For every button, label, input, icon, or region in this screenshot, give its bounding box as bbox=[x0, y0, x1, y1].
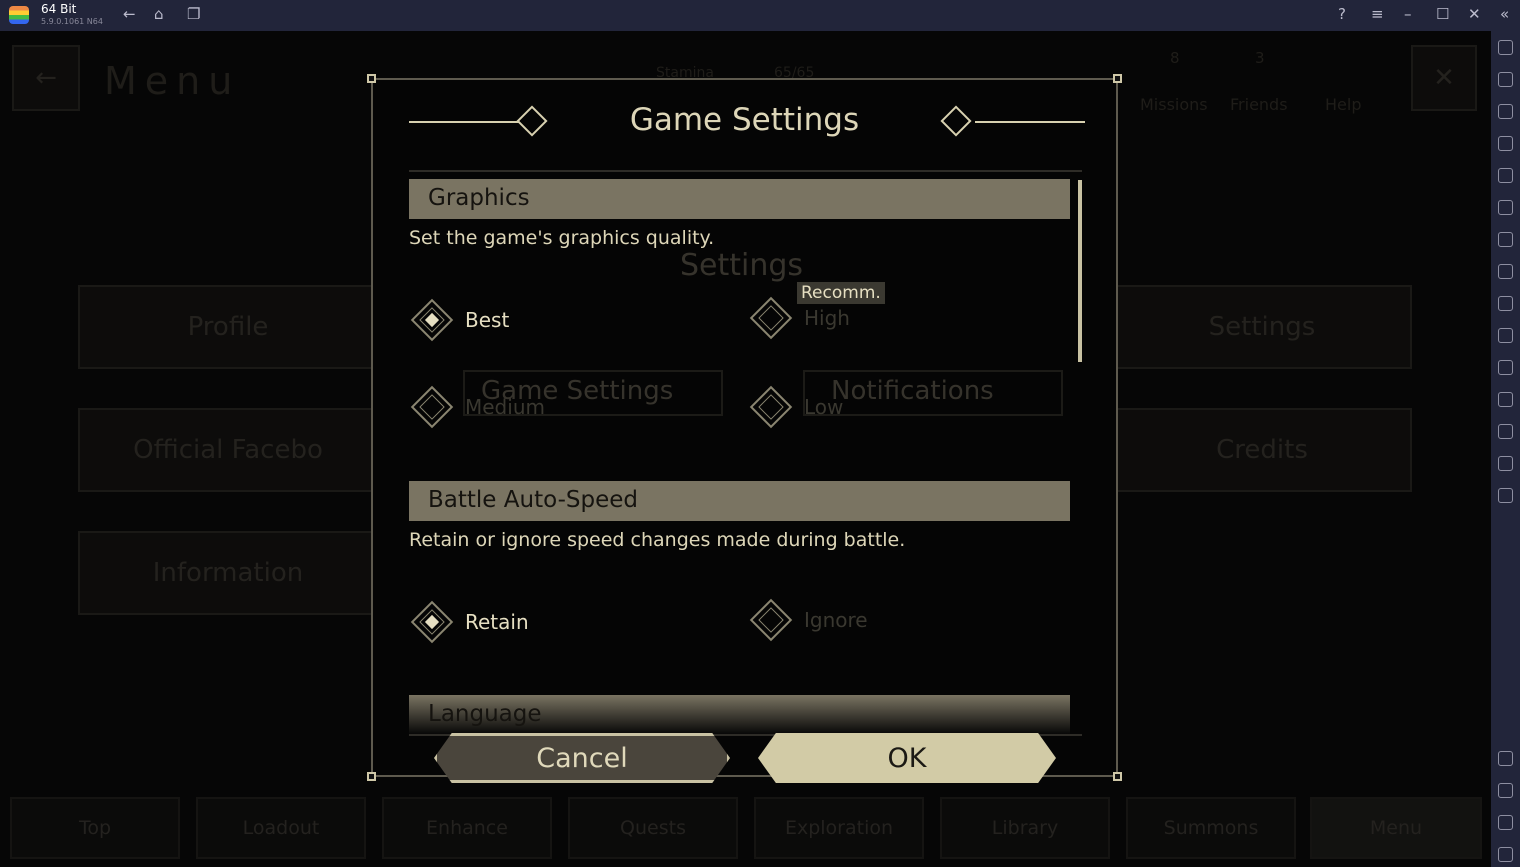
option-label: Ignore bbox=[804, 608, 868, 632]
minimize-icon[interactable]: – bbox=[1404, 5, 1412, 23]
android-home-icon[interactable] bbox=[1498, 815, 1513, 830]
radio-icon bbox=[749, 385, 793, 429]
corner-ornament bbox=[367, 772, 376, 781]
multi-instance-icon[interactable] bbox=[1498, 360, 1513, 375]
pointer-icon[interactable] bbox=[1498, 104, 1513, 119]
nav-menu: Menu bbox=[1310, 797, 1482, 859]
missions-label: Missions bbox=[1140, 95, 1208, 114]
option-ignore[interactable]: Ignore bbox=[748, 598, 868, 642]
gamepad-icon[interactable] bbox=[1498, 232, 1513, 247]
recommended-badge: Recomm. bbox=[797, 282, 885, 304]
corner-ornament bbox=[367, 74, 376, 83]
option-label: Retain bbox=[465, 610, 529, 634]
menu-icon[interactable]: ≡ bbox=[1371, 5, 1384, 23]
ok-button[interactable]: OK bbox=[758, 733, 1056, 783]
nav-loadout: Loadout bbox=[196, 797, 366, 859]
friends-label: Friends bbox=[1230, 95, 1288, 114]
nav-enhance: Enhance bbox=[382, 797, 552, 859]
close-menu-button: ✕ bbox=[1411, 45, 1477, 111]
menu-back-button: ← bbox=[12, 45, 80, 111]
option-retain[interactable]: Retain bbox=[409, 600, 529, 644]
maximize-icon[interactable]: ☐ bbox=[1436, 5, 1449, 23]
bluestacks-logo-icon bbox=[9, 6, 29, 24]
option-label: Medium bbox=[465, 395, 545, 419]
screenshot-icon[interactable] bbox=[1498, 296, 1513, 311]
facebook-button: Official Facebo bbox=[78, 408, 378, 492]
back-icon[interactable]: ← bbox=[123, 5, 136, 23]
eraser-icon[interactable] bbox=[1498, 392, 1513, 407]
apk-icon[interactable] bbox=[1498, 264, 1513, 279]
dialog-title: Game Settings bbox=[629, 102, 860, 138]
profile-button: Profile bbox=[78, 285, 378, 369]
android-back-icon[interactable] bbox=[1498, 783, 1513, 798]
folder-icon[interactable] bbox=[1498, 328, 1513, 343]
cancel-button[interactable]: Cancel bbox=[434, 733, 730, 783]
scrollbar-thumb[interactable] bbox=[1078, 180, 1082, 362]
option-label: Low bbox=[804, 395, 844, 419]
option-best[interactable]: Best bbox=[409, 298, 510, 342]
keyboard-icon[interactable] bbox=[1498, 136, 1513, 151]
credits-button: Credits bbox=[1112, 408, 1412, 492]
radio-icon bbox=[410, 385, 454, 429]
section-header-graphics: Graphics bbox=[409, 179, 1070, 219]
radio-selected-icon bbox=[410, 298, 454, 342]
home-icon[interactable]: ⌂ bbox=[154, 5, 164, 23]
settings-icon[interactable] bbox=[1498, 751, 1513, 766]
help-icon[interactable]: ? bbox=[1338, 5, 1346, 23]
settings-button: Settings bbox=[1112, 285, 1412, 369]
volume-icon[interactable] bbox=[1498, 72, 1513, 87]
missions-count: 8 bbox=[1170, 49, 1180, 67]
option-medium[interactable]: Medium bbox=[409, 385, 545, 429]
option-low[interactable]: Low bbox=[748, 385, 844, 429]
location-icon[interactable] bbox=[1498, 424, 1513, 439]
title-bar: 64 Bit 5.9.0.1061 N64 ← ⌂ ❐ ? ≡ – ☐ ✕ « bbox=[0, 0, 1520, 31]
section-header-battle-auto-speed: Battle Auto-Speed bbox=[409, 481, 1070, 521]
option-label: Best bbox=[465, 308, 510, 332]
menu-title: Menu bbox=[104, 59, 241, 103]
help-label: Help bbox=[1325, 95, 1362, 114]
information-button: Information bbox=[78, 531, 378, 615]
corner-ornament bbox=[1113, 74, 1122, 83]
settings-scroll-area[interactable]: Graphics Set the game's graphics quality… bbox=[409, 170, 1082, 736]
app-name: 64 Bit bbox=[41, 2, 77, 16]
title-divider bbox=[975, 121, 1085, 123]
nav-top: Top bbox=[10, 797, 180, 859]
android-recents-icon[interactable] bbox=[1498, 847, 1513, 862]
battle-speed-description: Retain or ignore speed changes made duri… bbox=[409, 529, 906, 551]
section-header-language: Language bbox=[409, 695, 1070, 734]
right-toolbar bbox=[1491, 31, 1520, 867]
option-label: High bbox=[804, 306, 850, 330]
game-settings-dialog: Settings Game Settings Notifications Gam… bbox=[367, 74, 1122, 781]
game-area: ← Menu Stamina 65/65 8 Missions 3 Friend… bbox=[0, 31, 1491, 867]
collapse-sidebar-icon[interactable]: « bbox=[1500, 5, 1509, 23]
close-icon[interactable]: ✕ bbox=[1468, 5, 1481, 23]
nav-library: Library bbox=[940, 797, 1110, 859]
nav-quests: Quests bbox=[568, 797, 738, 859]
recent-apps-icon[interactable]: ❐ bbox=[187, 5, 200, 23]
rotate-icon[interactable] bbox=[1498, 200, 1513, 215]
nav-exploration: Exploration bbox=[754, 797, 924, 859]
fullscreen-icon[interactable] bbox=[1498, 40, 1513, 55]
radio-icon bbox=[749, 296, 793, 340]
app-version: 5.9.0.1061 N64 bbox=[41, 17, 103, 26]
nav-summons: Summons bbox=[1126, 797, 1296, 859]
layers-icon[interactable] bbox=[1498, 456, 1513, 471]
radio-selected-icon bbox=[410, 600, 454, 644]
performance-icon[interactable] bbox=[1498, 488, 1513, 503]
friends-count: 3 bbox=[1255, 49, 1265, 67]
graphics-description: Set the game's graphics quality. bbox=[409, 227, 715, 249]
record-icon[interactable] bbox=[1498, 168, 1513, 183]
radio-icon bbox=[749, 598, 793, 642]
option-high[interactable]: High bbox=[748, 296, 850, 340]
corner-ornament bbox=[1113, 772, 1122, 781]
